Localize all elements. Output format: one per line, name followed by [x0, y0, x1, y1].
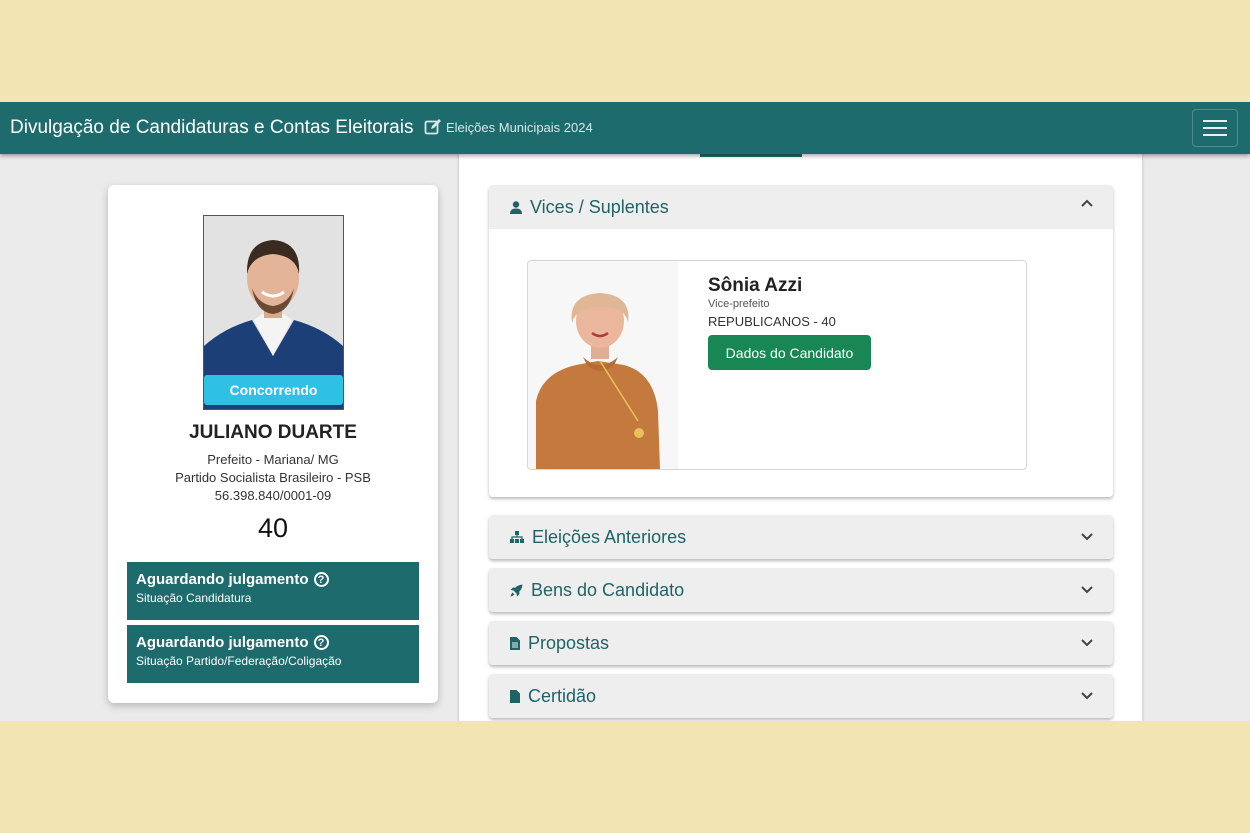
proposals-panel-title: Propostas — [528, 632, 610, 653]
certificate-panel: Certidão — [489, 674, 1113, 718]
vice-portrait — [528, 261, 678, 469]
chevron-down-icon — [1081, 586, 1093, 594]
hamburger-menu-button[interactable] — [1192, 109, 1238, 147]
candidate-office-location: Prefeito - Mariana/ MG — [207, 452, 339, 467]
candidate-number: 40 — [257, 513, 289, 543]
file-text-icon — [510, 636, 520, 650]
party-situation-title: Aguardando julgamento ? — [136, 634, 410, 651]
vice-party: REPUBLICANOS - 40 — [708, 314, 836, 329]
certificate-panel-title: Certidão — [528, 685, 597, 706]
chevron-up-icon — [1081, 199, 1093, 207]
candidate-party: Partido Socialista Brasileiro - PSB — [175, 470, 371, 485]
help-icon[interactable]: ? — [313, 635, 329, 650]
candidate-photo: Concorrendo — [203, 215, 344, 410]
assets-panel-title: Bens do Candidato — [531, 579, 685, 600]
app-title[interactable]: Divulgação de Candidaturas e Contas Elei… — [10, 117, 413, 139]
candidate-data-button[interactable]: Dados do Candidato — [708, 335, 871, 370]
rocket-icon — [510, 584, 523, 596]
tab-indicator — [700, 154, 802, 157]
vice-photo — [528, 261, 678, 469]
proposals-panel: Propostas — [489, 621, 1113, 665]
previous-elections-panel-title: Eleições Anteriores — [532, 526, 687, 547]
user-icon — [510, 200, 522, 214]
chevron-down-icon — [1081, 692, 1093, 700]
file-icon — [510, 689, 520, 703]
candidacy-situation-box: Aguardando julgamento ? Situação Candida… — [127, 562, 419, 620]
party-situation-label: Situação Partido/Federação/Coligação — [136, 654, 342, 668]
previous-elections-panel: Eleições Anteriores — [489, 515, 1113, 559]
certificate-panel-header[interactable]: Certidão — [489, 674, 1113, 718]
proposals-panel-header[interactable]: Propostas — [489, 621, 1113, 665]
browser-viewport: Divulgação de Candidaturas e Contas Elei… — [0, 102, 1250, 721]
candidate-name: JULIANO DUARTE — [189, 422, 357, 443]
chevron-down-icon — [1081, 533, 1093, 541]
candidacy-situation-value: Aguardando julgamento — [136, 571, 309, 588]
previous-elections-panel-header[interactable]: Eleições Anteriores — [489, 515, 1113, 559]
help-icon[interactable]: ? — [313, 572, 329, 587]
top-navbar: Divulgação de Candidaturas e Contas Elei… — [0, 102, 1250, 154]
election-subtitle: Eleições Municipais 2024 — [424, 118, 593, 136]
candidate-card: Concorrendo JULIANO DUARTE Prefeito - Ma… — [108, 185, 438, 703]
assets-panel: Bens do Candidato — [489, 568, 1113, 612]
chevron-down-icon — [1081, 639, 1093, 647]
main-content: Vices / Suplentes Sônia Azzi Vice-prefei… — [459, 154, 1142, 721]
edit-icon — [424, 119, 441, 135]
vices-panel-header[interactable]: Vices / Suplentes — [489, 185, 1113, 229]
vices-panel: Vices / Suplentes Sônia Azzi Vice-prefei… — [489, 185, 1113, 497]
vice-candidate-card: Sônia Azzi Vice-prefeito REPUBLICANOS - … — [527, 260, 1027, 470]
party-situation-value: Aguardando julgamento — [136, 634, 309, 651]
vices-panel-title: Vices / Suplentes — [530, 196, 669, 217]
vice-name: Sônia Azzi — [708, 275, 803, 296]
party-situation-box: Aguardando julgamento ? Situação Partido… — [127, 625, 419, 683]
candidacy-situation-title: Aguardando julgamento ? — [136, 571, 410, 588]
election-subtitle-text: Eleições Municipais 2024 — [446, 119, 593, 135]
menu-bar-icon — [1203, 134, 1227, 136]
candidacy-status-badge: Concorrendo — [204, 375, 343, 405]
candidacy-situation-label: Situação Candidatura — [136, 591, 252, 605]
menu-bar-icon — [1203, 127, 1227, 129]
sitemap-icon — [510, 531, 524, 543]
assets-panel-header[interactable]: Bens do Candidato — [489, 568, 1113, 612]
vice-role: Vice-prefeito — [708, 298, 770, 310]
candidate-cnpj: 56.398.840/0001-09 — [214, 488, 332, 503]
menu-bar-icon — [1203, 120, 1227, 122]
